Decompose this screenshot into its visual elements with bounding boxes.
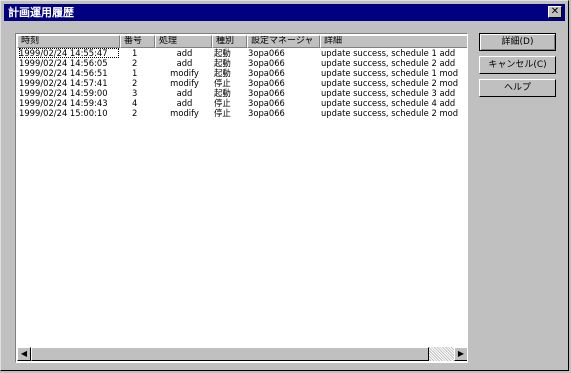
horizontal-scrollbar[interactable]: ◀ ▶	[17, 347, 467, 361]
scroll-track[interactable]	[429, 347, 454, 361]
cell-operation: add	[176, 98, 193, 108]
cell-manager: 3opa066	[248, 78, 285, 88]
cell-detail: update success, schedule 2 add	[321, 58, 456, 68]
cell-operation: add	[176, 88, 193, 98]
cell-time: 1999/02/24 14:57:41	[19, 78, 108, 88]
column-header-operation[interactable]: 処理	[155, 35, 212, 48]
table-row[interactable]: 1999/02/24 15:00:10 2 modify 停止 3opa066 …	[17, 108, 467, 118]
cell-type: 起動	[214, 88, 231, 98]
column-header-type[interactable]: 種別	[212, 35, 247, 48]
column-header-manager[interactable]: 設定マネージャ	[247, 35, 320, 48]
cell-time: 1999/02/24 15:00:10	[19, 108, 108, 118]
cell-detail: update success, schedule 1 add	[321, 48, 456, 58]
cell-type: 停止	[214, 78, 231, 88]
scroll-right-icon[interactable]: ▶	[454, 347, 467, 361]
help-button[interactable]: ヘルプ	[479, 79, 556, 97]
cell-number: 2	[132, 78, 138, 88]
cell-time: 1999/02/24 14:56:05	[19, 58, 108, 68]
history-dialog: 計画運用履歴 ✕ 時刻 番号 処理 種別 設定マネージャ 詳細 1999/02/…	[0, 0, 569, 371]
cell-manager: 3opa066	[248, 68, 285, 78]
table-row[interactable]: 1999/02/24 14:56:51 1 modify 起動 3opa066 …	[17, 68, 467, 78]
cell-manager: 3opa066	[248, 108, 285, 118]
cell-operation: modify	[170, 78, 199, 88]
window-title: 計画運用履歴	[8, 6, 74, 19]
cell-number: 2	[132, 108, 138, 118]
cell-type: 起動	[214, 68, 231, 78]
cell-type: 停止	[214, 98, 231, 108]
column-header-number[interactable]: 番号	[120, 35, 155, 48]
list-header: 時刻 番号 処理 種別 設定マネージャ 詳細	[17, 35, 467, 48]
scroll-left-icon[interactable]: ◀	[17, 347, 31, 361]
cell-detail: update success, schedule 1 mod	[321, 68, 459, 78]
cell-time: 1999/02/24 14:55:47	[19, 48, 119, 58]
title-bar[interactable]: 計画運用履歴 ✕	[4, 4, 565, 21]
cell-detail: update success, schedule 2 mod	[321, 108, 459, 118]
cell-type: 停止	[214, 108, 231, 118]
cell-time: 1999/02/24 14:59:43	[19, 98, 108, 108]
cell-manager: 3opa066	[248, 98, 285, 108]
history-list[interactable]: 時刻 番号 処理 種別 設定マネージャ 詳細 1999/02/24 14:55:…	[15, 33, 468, 363]
cell-number: 2	[132, 58, 138, 68]
table-row[interactable]: 1999/02/24 14:55:47 1 add 起動 3opa066 upd…	[17, 48, 467, 58]
table-row[interactable]: 1999/02/24 14:59:00 3 add 起動 3opa066 upd…	[17, 88, 467, 98]
cell-operation: add	[176, 58, 193, 68]
cell-operation: modify	[170, 68, 199, 78]
table-row[interactable]: 1999/02/24 14:57:41 2 modify 停止 3opa066 …	[17, 78, 467, 88]
cell-time: 1999/02/24 14:59:00	[19, 88, 108, 98]
detail-button[interactable]: 詳細(D)	[479, 33, 556, 51]
column-header-time[interactable]: 時刻	[17, 35, 120, 48]
cell-type: 起動	[214, 48, 231, 58]
cell-detail: update success, schedule 3 add	[321, 88, 456, 98]
cancel-button[interactable]: キャンセル(C)	[479, 56, 556, 74]
cell-number: 4	[132, 98, 138, 108]
cell-time: 1999/02/24 14:56:51	[19, 68, 108, 78]
cell-detail: update success, schedule 2 mod	[321, 78, 459, 88]
cell-number: 1	[132, 68, 138, 78]
cell-type: 起動	[214, 58, 231, 68]
cell-detail: update success, schedule 4 add	[321, 98, 456, 108]
cell-operation: add	[176, 48, 193, 58]
table-row[interactable]: 1999/02/24 14:56:05 2 add 起動 3opa066 upd…	[17, 58, 467, 68]
scroll-thumb[interactable]	[31, 347, 429, 361]
cell-manager: 3opa066	[248, 48, 285, 58]
column-header-detail[interactable]: 詳細	[320, 35, 467, 48]
list-rows: 1999/02/24 14:55:47 1 add 起動 3opa066 upd…	[17, 48, 467, 118]
cell-manager: 3opa066	[248, 88, 285, 98]
close-button[interactable]: ✕	[548, 6, 562, 18]
cell-number: 3	[132, 88, 138, 98]
cell-number: 1	[132, 48, 138, 58]
cell-operation: modify	[170, 108, 199, 118]
cell-manager: 3opa066	[248, 58, 285, 68]
table-row[interactable]: 1999/02/24 14:59:43 4 add 停止 3opa066 upd…	[17, 98, 467, 108]
